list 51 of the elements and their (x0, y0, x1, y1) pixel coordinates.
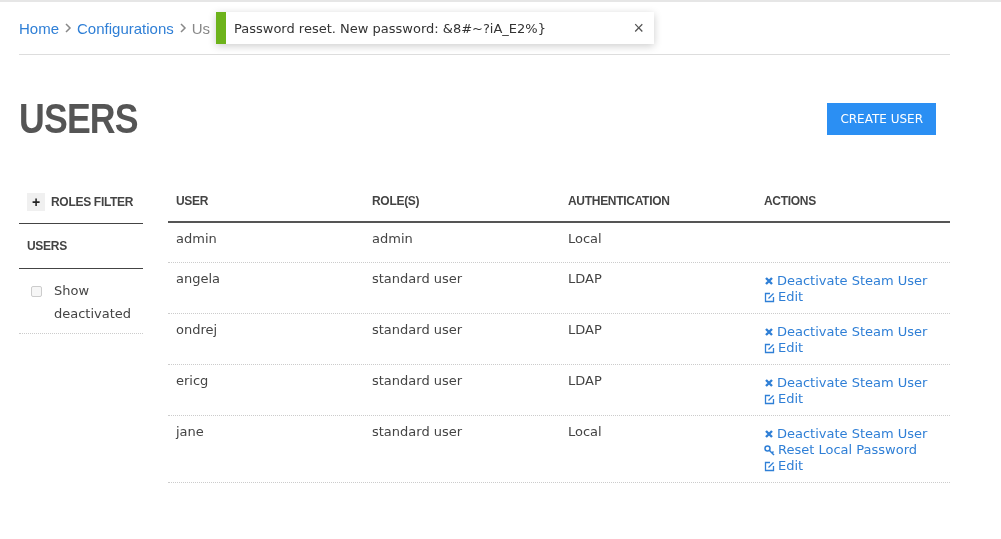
add-filter-button[interactable]: + (27, 193, 45, 211)
column-header: ROLE(S) (371, 194, 421, 208)
table-cell-text: LDAP (567, 271, 603, 288)
breadcrumb-link[interactable]: Home (19, 19, 59, 37)
column-header: ACTIONS (763, 194, 817, 208)
column-header: AUTHENTICATION (567, 194, 671, 208)
close-icon (764, 378, 774, 388)
breadcrumb-text: Us (191, 19, 211, 37)
table-cell-text: standard user (371, 424, 464, 441)
close-button[interactable]: × (633, 17, 644, 39)
close-icon (764, 429, 774, 439)
breadcrumb-link[interactable]: Configurations (77, 19, 174, 37)
table-cell-text: standard user (371, 271, 464, 288)
column-header: USER (175, 194, 210, 208)
table-cell-text: LDAP (567, 373, 603, 390)
table-cell-text: standard user (371, 373, 464, 390)
chevron-icon (177, 22, 188, 34)
reset-password-link[interactable]: Reset Local Password (764, 442, 950, 458)
key-icon (764, 444, 775, 456)
edit-link[interactable]: Edit (764, 391, 950, 407)
edit-icon (764, 342, 775, 354)
table-cell-text: ericg (175, 373, 210, 390)
deactivate-link[interactable]: Deactivate Steam User (764, 324, 950, 340)
edit-icon (764, 291, 775, 303)
close-icon (764, 327, 774, 337)
page-title: USERS (19, 95, 138, 143)
table-cell-text: standard user (371, 322, 464, 339)
create-user-button[interactable]: CREATE USER (827, 103, 936, 135)
deactivate-link[interactable]: Deactivate Steam User (764, 273, 950, 289)
table-cell-text: admin (371, 231, 414, 248)
table-cell-text: jane (174, 424, 205, 441)
table-cell-text: Local (567, 424, 603, 441)
deactivate-link[interactable]: Deactivate Steam User (764, 375, 950, 391)
table-cell-text: Local (567, 231, 603, 248)
checkbox-label: Show deactivated (54, 282, 133, 323)
table-cell-text: LDAP (567, 322, 603, 339)
table-cell-text: angela (175, 271, 222, 288)
close-icon (764, 276, 774, 286)
chevron-icon (63, 22, 73, 34)
checkbox[interactable] (31, 286, 42, 297)
deactivate-link[interactable]: Deactivate Steam User (764, 426, 950, 442)
toast-message: Password reset. New password: &8#~?iA_E2%} (234, 20, 546, 36)
edit-link[interactable]: Edit (764, 458, 950, 474)
table-cell-text: ondrej (175, 322, 219, 339)
edit-link[interactable]: Edit (764, 289, 950, 305)
edit-link[interactable]: Edit (764, 340, 950, 356)
table-cell-text: admin (175, 231, 218, 248)
section-heading: USERS (27, 239, 67, 253)
edit-icon (764, 460, 775, 472)
edit-icon (764, 393, 775, 405)
filter-label: ROLES FILTER (51, 195, 134, 209)
